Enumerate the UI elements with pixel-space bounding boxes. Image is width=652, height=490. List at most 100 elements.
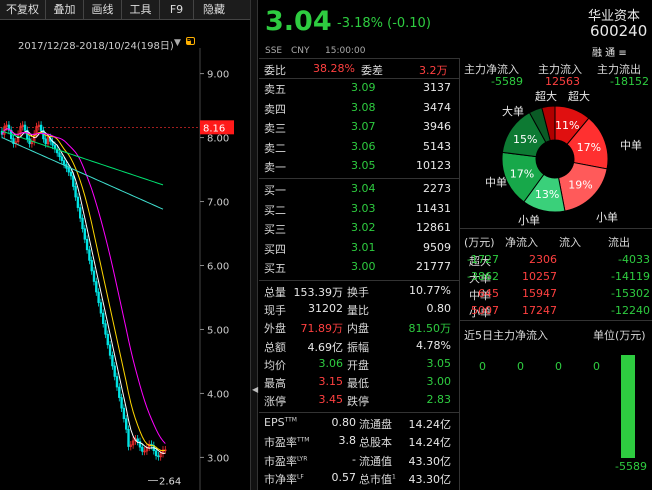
kline-svg: 9.00 8.00 7.00 6.00 5.00 4.00 3.00 8.16 2.64: [0, 48, 234, 490]
y-tick-label: 5.00: [207, 325, 229, 336]
stat-label: 外盘: [264, 322, 286, 336]
bid-volume: 11431: [416, 201, 451, 215]
pie-label-mid-out: 中单: [620, 139, 642, 152]
candle-body: [90, 260, 93, 272]
hide-button[interactable]: 隐藏: [194, 0, 234, 20]
stat-value: 71.89万: [300, 322, 344, 336]
flow-header: 流入: [559, 236, 581, 249]
y-tick-label: 6.00: [207, 262, 229, 273]
pie-label-big-in: 大单: [502, 105, 524, 118]
no-adjust-button[interactable]: 不复权: [0, 0, 46, 20]
stat-value: 10.77%: [409, 284, 451, 297]
stat-value: 0.80: [426, 302, 452, 316]
five-day-value: 0: [517, 360, 524, 373]
candle-body: [58, 152, 61, 158]
ask-label: 卖一: [264, 161, 286, 174]
fin-label-text: EPS: [264, 416, 285, 429]
bid-price: 3.03: [351, 201, 376, 215]
collapse-arrow-icon[interactable]: ◀: [252, 385, 258, 394]
flow-in: 17247: [522, 304, 557, 317]
candle-body: [44, 138, 47, 145]
tools-button[interactable]: 工具: [122, 0, 160, 20]
stat-label: 跌停: [347, 395, 369, 409]
fin-label-text: 流通值: [359, 454, 392, 468]
draw-line-button[interactable]: 画线: [84, 0, 122, 20]
last-price: 3.04: [265, 6, 332, 37]
fin-label-suffix: LF: [297, 473, 304, 481]
candle-body: [72, 175, 75, 187]
stat-label: 最低: [347, 377, 369, 390]
fin-value: -: [352, 452, 356, 466]
candle-body: [95, 281, 98, 293]
candle-body: [85, 238, 89, 251]
candle-body: [99, 302, 103, 314]
ask-price: 3.07: [351, 120, 376, 133]
stat-value: 4.69亿: [307, 340, 344, 354]
flow-in: 10257: [522, 270, 557, 283]
stock-code: 600240: [590, 22, 648, 40]
quote-time: 15:00:00: [325, 46, 366, 56]
y-tick-label: 4.00: [207, 389, 229, 400]
bid-volume: 9509: [423, 240, 451, 254]
candle-body: [83, 228, 87, 240]
fin-label-suffix: TTM: [284, 416, 297, 424]
five-day-value: 0: [555, 360, 562, 373]
pie-label-small-in: 小单: [518, 214, 540, 227]
stat-label: 换手: [347, 286, 369, 299]
y-tick-label: 9.00: [207, 70, 229, 81]
margin-icons[interactable]: 融 通 ≡: [592, 44, 627, 59]
fin-label: 流通值: [359, 453, 392, 469]
f9-button[interactable]: F9: [160, 0, 194, 20]
ask-price: 3.08: [351, 100, 376, 114]
candle-body: [81, 217, 84, 230]
fin-label-suffix: LYR: [297, 454, 308, 462]
candle-body: [136, 438, 139, 442]
stat-value: 2.83: [426, 393, 452, 407]
panel-splitter[interactable]: ◀: [250, 0, 258, 490]
candle-body: [104, 323, 107, 335]
stat-value: 3.45: [318, 393, 344, 407]
candle-body: [120, 397, 123, 409]
ma20-line: [1, 128, 166, 444]
stat-label: 开盘: [347, 358, 369, 372]
bid-label: 买二: [264, 203, 286, 217]
bid-price: 3.00: [351, 260, 376, 273]
pie-label: 19%: [568, 178, 592, 191]
divider: [259, 412, 459, 413]
fin-label-text: 市盈率: [264, 454, 297, 468]
stat-label: 量比: [347, 304, 369, 318]
stat-label: 总额: [264, 340, 286, 354]
fin-label-text: 总股本: [359, 436, 392, 450]
overlay-button[interactable]: 叠加: [46, 0, 84, 20]
flow-net: -1727: [467, 253, 499, 266]
price-change: -3.18% (-0.10): [337, 16, 431, 31]
stat-label: 最高: [264, 377, 286, 390]
pie-label: 11%: [555, 119, 579, 132]
fin-label-text: 市盈率: [264, 436, 297, 450]
candle-body: [28, 138, 31, 145]
price-tag-label: 8.16: [203, 123, 225, 134]
five-day-value: -5589: [615, 460, 647, 473]
ask-price: 3.06: [351, 139, 376, 153]
flow-header: 流出: [608, 236, 630, 249]
stat-label: 总量: [264, 286, 286, 299]
weibi-value: 38.28%: [313, 62, 355, 75]
flow-in: 15947: [522, 287, 557, 300]
ask-volume: 3137: [423, 81, 451, 94]
pie-label-super-out: 超大: [568, 90, 590, 103]
candle-body: [122, 407, 126, 420]
y-tick-label: 7.00: [207, 198, 229, 209]
kline-chart[interactable]: 2017/12/28-2018/10/24(198日) ▼ 🔒︎ 9.00 8.0…: [0, 20, 250, 490]
fin-value: 14.24亿: [408, 418, 452, 431]
five-day-title: 近5日主力净流入: [464, 329, 548, 342]
candle-body: [79, 207, 82, 219]
stat-value: 4.78%: [416, 338, 451, 352]
five-day-bar: [621, 355, 635, 458]
bid-price: 3.01: [351, 240, 376, 254]
exchange: SSE: [265, 46, 283, 56]
pie-label: 17%: [577, 141, 601, 154]
divider: [459, 320, 652, 321]
bid-label: 买五: [264, 262, 286, 275]
currency: CNY: [291, 46, 310, 56]
stat-label: 涨停: [264, 395, 286, 409]
